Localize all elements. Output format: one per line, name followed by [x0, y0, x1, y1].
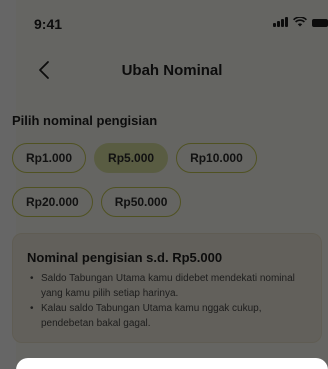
- info-card: Nominal pengisian s.d. Rp5.000 Saldo Tab…: [12, 233, 322, 343]
- chip-rp50000[interactable]: Rp50.000: [100, 187, 182, 217]
- section-label: Pilih nominal pengisian: [12, 113, 158, 128]
- chip-rp10000[interactable]: Rp10.000: [176, 143, 257, 173]
- nominal-chip-group: Rp1.000 Rp5.000 Rp10.000 Rp20.000 Rp50.0…: [12, 143, 312, 217]
- status-bar: 9:41: [16, 0, 328, 50]
- battery-icon: [312, 19, 328, 27]
- status-time: 9:41: [34, 16, 63, 32]
- chip-rp1000[interactable]: Rp1.000: [12, 143, 87, 173]
- info-list: Saldo Tabungan Utama kamu didebet mendek…: [27, 271, 307, 331]
- chip-rp5000[interactable]: Rp5.000: [94, 143, 169, 173]
- info-title: Nominal pengisian s.d. Rp5.000: [27, 250, 223, 265]
- signal-icon: [273, 17, 288, 27]
- wifi-icon: [293, 17, 307, 27]
- bottom-sheet: [16, 358, 328, 369]
- chip-rp20000[interactable]: Rp20.000: [12, 187, 93, 217]
- header: Ubah Nominal: [16, 50, 328, 90]
- info-bullet: Kalau saldo Tabungan Utama kamu nggak cu…: [27, 301, 307, 331]
- status-icons: [273, 17, 328, 27]
- page-title: Ubah Nominal: [121, 62, 223, 79]
- info-bullet: Saldo Tabungan Utama kamu didebet mendek…: [27, 271, 307, 301]
